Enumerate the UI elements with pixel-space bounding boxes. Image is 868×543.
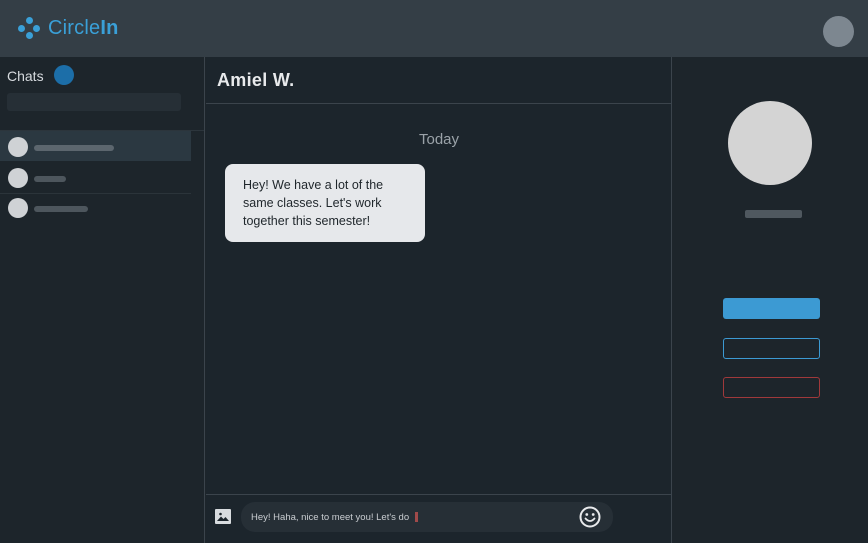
image-icon[interactable] [215, 509, 231, 524]
divider [206, 494, 672, 495]
message-bubble: Hey! We have a lot of the same classes. … [225, 164, 425, 242]
secondary-action-button[interactable] [723, 338, 820, 359]
chat-name-placeholder [34, 176, 66, 182]
message-composer [241, 502, 613, 532]
conversation-panel: Amiel W. Today Hey! We have a lot of the… [206, 57, 672, 543]
avatar [8, 198, 28, 218]
chat-name-placeholder [34, 145, 114, 151]
avatar [8, 168, 28, 188]
new-chat-button[interactable] [54, 65, 74, 85]
logo-text: CircleIn [48, 16, 119, 39]
profile-panel [673, 57, 868, 543]
chat-sidebar: Chats [0, 57, 205, 543]
chat-search-input[interactable] [7, 93, 181, 111]
chat-list-item[interactable] [0, 163, 191, 193]
chats-heading: Chats [7, 68, 44, 84]
danger-action-button[interactable] [723, 377, 820, 398]
avatar [8, 137, 28, 157]
smiley-icon[interactable] [579, 506, 601, 528]
top-bar: CircleIn [0, 0, 868, 57]
primary-action-button[interactable] [723, 298, 820, 319]
chat-name-placeholder [34, 206, 88, 212]
circlein-logo-icon [18, 17, 40, 39]
app-logo[interactable]: CircleIn [18, 15, 119, 41]
conversation-title: Amiel W. [217, 70, 295, 90]
day-separator: Today [418, 131, 460, 148]
message-input[interactable] [251, 509, 569, 525]
chat-list-item[interactable] [0, 131, 191, 161]
divider [206, 103, 672, 104]
text-cursor [415, 512, 418, 522]
profile-name-placeholder [745, 210, 802, 218]
profile-avatar [728, 101, 812, 185]
user-avatar[interactable] [823, 16, 854, 47]
chat-list-item[interactable] [0, 193, 191, 223]
